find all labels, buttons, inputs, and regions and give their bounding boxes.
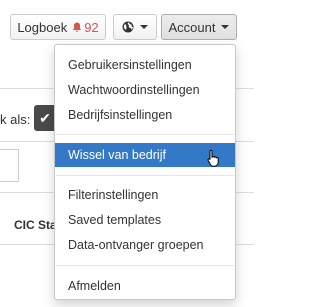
chevron-down-icon — [221, 25, 230, 29]
menu-item-saved-templates[interactable]: Saved templates — [55, 208, 235, 232]
menu-divider — [56, 134, 234, 135]
logboek-label: Logboek — [17, 19, 68, 35]
logboek-button[interactable]: Logboek 92 — [10, 14, 106, 40]
chevron-down-icon — [140, 25, 148, 29]
menu-item-afmelden[interactable]: Afmelden — [55, 274, 235, 298]
menu-item-label: Wissel van bedrijf — [68, 148, 166, 162]
menu-item-gebruikersinstellingen[interactable]: Gebruikersinstellingen — [55, 53, 235, 77]
hand-pointer-icon — [207, 149, 219, 167]
bell-icon — [73, 22, 82, 32]
globe-icon — [122, 21, 134, 33]
menu-item-wachtwoordinstellingen[interactable]: Wachtwoordinstellingen — [55, 78, 235, 102]
filter-label: k als: — [0, 112, 31, 127]
language-button[interactable] — [113, 14, 157, 40]
menu-item-wissel-van-bedrijf[interactable]: Wissel van bedrijf — [55, 143, 235, 167]
menu-item-data-ontvanger-groepen[interactable]: Data-ontvanger groepen — [55, 233, 235, 257]
account-button[interactable]: Account — [161, 14, 237, 40]
logboek-badge: 92 — [72, 19, 99, 35]
account-dropdown-menu: Gebruikersinstellingen Wachtwoordinstell… — [54, 44, 236, 300]
menu-item-filterinstellingen[interactable]: Filterinstellingen — [55, 183, 235, 207]
menu-divider — [56, 175, 234, 176]
menu-divider — [56, 265, 234, 266]
menu-item-bedrijfsinstellingen[interactable]: Bedrijfsinstellingen — [55, 103, 235, 127]
account-label: Account — [168, 19, 216, 35]
toggle-check-button[interactable]: ✔ — [34, 105, 56, 131]
filter-input[interactable] — [0, 149, 19, 182]
logboek-count: 92 — [84, 19, 99, 35]
